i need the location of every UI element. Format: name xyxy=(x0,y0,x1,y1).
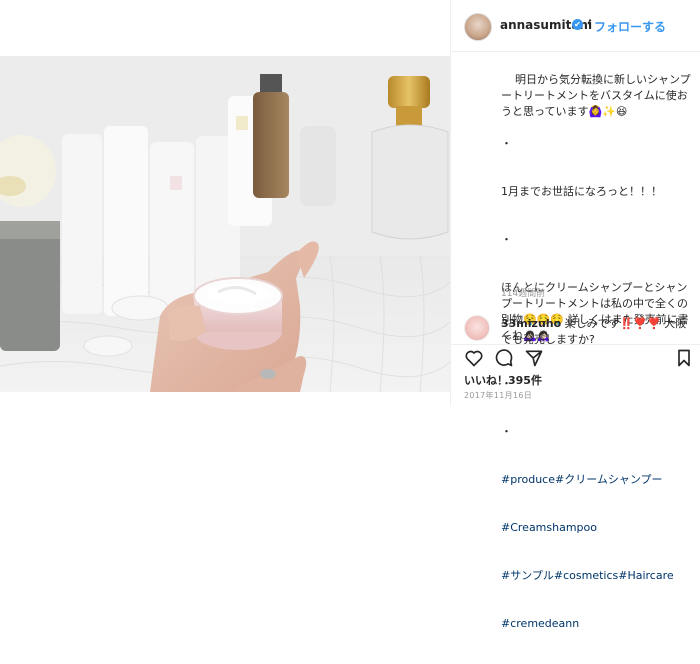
avatar[interactable] xyxy=(464,13,492,41)
comment-icon[interactable] xyxy=(494,348,514,368)
caption-line: 1月までお世話になろっと！！！ xyxy=(501,185,662,198)
hashtag-link[interactable]: #cremedeann xyxy=(501,616,691,632)
action-bar xyxy=(451,344,700,373)
post-time-ago[interactable]: 114週間前 xyxy=(501,286,545,299)
post-photo[interactable] xyxy=(0,56,450,392)
post-date[interactable]: 2017年11月16日 xyxy=(464,390,532,401)
cosmetics-photo-illustration xyxy=(0,56,450,392)
caption-line: ・ xyxy=(501,425,512,438)
share-icon[interactable] xyxy=(524,348,544,368)
separator-dot: • xyxy=(586,17,593,30)
comment-avatar[interactable] xyxy=(464,315,490,341)
hashtag-link[interactable]: #サンプル#cosmetics#Haircare xyxy=(501,568,691,584)
caption-line: 明日から気分転換に新しいシャンプートリートメントをバスタイムに使おうと思っていま… xyxy=(501,73,691,118)
heart-icon[interactable] xyxy=(464,348,484,368)
post-header: annasumitani ✔ • フォローする xyxy=(451,0,700,52)
caption-line: ・ xyxy=(501,233,512,246)
caption-line: ・ xyxy=(501,137,512,150)
comment-username[interactable]: 33mizuho xyxy=(501,317,561,330)
likes-count[interactable]: いいね！395件 xyxy=(464,372,542,388)
post-sidebar: annasumitani ✔ • フォローする 明日から気分転換に新しいシャンプ… xyxy=(450,0,700,630)
follow-button[interactable]: フォローする xyxy=(594,18,666,35)
hashtag-link[interactable]: #Creamshampoo xyxy=(501,520,691,536)
hashtag-link[interactable]: #produce#クリームシャンプー xyxy=(501,472,691,488)
verified-badge-icon: ✔ xyxy=(572,19,583,30)
comment: 33mizuho 楽しみです‼️❣️❣️ 大阪でも発売しますか? xyxy=(501,316,697,344)
bookmark-icon[interactable] xyxy=(674,348,694,368)
